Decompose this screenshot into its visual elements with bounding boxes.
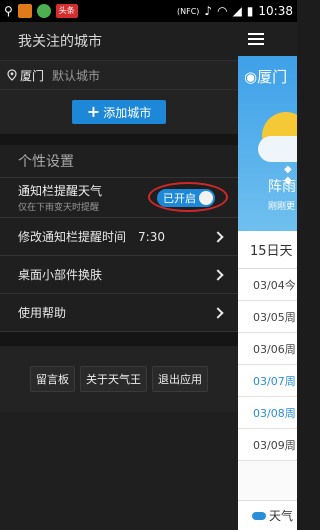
app-icon-2 bbox=[36, 4, 51, 18]
forecast-row[interactable]: 03/04今 bbox=[238, 269, 297, 301]
notify-time-value: 7:30 bbox=[138, 229, 165, 244]
updated-text: 刚刚更 bbox=[268, 202, 296, 212]
chevron-right-icon bbox=[212, 230, 224, 243]
forecast-row[interactable]: 03/05周 bbox=[238, 301, 297, 333]
forecast-row[interactable]: 03/09周 bbox=[238, 429, 297, 461]
forecast-row[interactable]: 03/08周 bbox=[238, 397, 297, 429]
chevron-right-icon bbox=[212, 306, 224, 319]
main-content: ◉厦门 ◆ ◆ 阵雨 刚刚更 15日天 03/04今 03/05周 03/06周… bbox=[238, 22, 297, 530]
add-city-label: 添加城市 bbox=[103, 105, 152, 120]
bottom-tab[interactable]: 天气 bbox=[238, 500, 297, 530]
city-name: 厦门 bbox=[20, 68, 45, 83]
menu-icon[interactable] bbox=[248, 30, 264, 48]
nfc-icon: (NFC) bbox=[176, 6, 200, 16]
location-pin-icon: ◉ bbox=[244, 68, 258, 86]
notify-time-label: 修改通知栏提醒时间 bbox=[18, 230, 127, 244]
notify-time-row[interactable]: 修改通知栏提醒时间 7:30 bbox=[0, 218, 238, 256]
settings-section-title: 个性设置 bbox=[0, 145, 238, 178]
app-icon bbox=[17, 4, 32, 18]
cloud-icon bbox=[258, 136, 297, 162]
news-app-icon: 头条 bbox=[55, 4, 78, 18]
side-drawer: 我关注的城市 厦门 默认城市 + 添加城市 个性设置 通知栏提醒天气 仅在下雨变… bbox=[0, 22, 238, 530]
highlight-ellipse bbox=[148, 181, 228, 212]
cloud-icon bbox=[252, 511, 266, 520]
add-city-button[interactable]: + 添加城市 bbox=[72, 100, 166, 124]
mute-icon: ♪ bbox=[204, 4, 213, 18]
location-pin-icon bbox=[7, 69, 17, 81]
wifi-icon: ◠ bbox=[217, 4, 228, 18]
notify-subtitle: 仅在下雨变天时提醒 bbox=[18, 203, 100, 213]
help-label: 使用帮助 bbox=[18, 306, 67, 320]
weather-condition: 阵雨 bbox=[268, 179, 296, 195]
city-item[interactable]: 厦门 默认城市 bbox=[0, 60, 238, 90]
message-board-button[interactable]: 留言板 bbox=[30, 366, 75, 392]
default-city-label: 默认城市 bbox=[52, 68, 101, 83]
widget-skin-row[interactable]: 桌面小部件换肤 bbox=[0, 256, 238, 294]
weather-hero: ◉厦门 ◆ ◆ 阵雨 刚刚更 bbox=[238, 56, 297, 231]
notify-setting-row: 通知栏提醒天气 仅在下雨变天时提醒 已开启 bbox=[0, 178, 238, 218]
widget-skin-label: 桌面小部件换肤 bbox=[18, 268, 103, 282]
drawer-title: 我关注的城市 bbox=[18, 34, 102, 50]
current-city: 厦门 bbox=[257, 68, 288, 86]
chevron-right-icon bbox=[212, 268, 224, 281]
help-row[interactable]: 使用帮助 bbox=[0, 294, 238, 332]
signal-icon: ◢ bbox=[232, 4, 242, 18]
drawer-footer: 留言板 关于天气王 退出应用 bbox=[0, 346, 238, 412]
about-button[interactable]: 关于天气王 bbox=[80, 366, 147, 392]
forecast-header: 15日天 bbox=[238, 231, 297, 269]
battery-icon: ▮ bbox=[246, 4, 254, 18]
forecast-row[interactable]: 03/07周 bbox=[238, 365, 297, 397]
clock: 10:38 bbox=[258, 4, 293, 18]
status-bar: ⚲ 头条 (NFC) ♪ ◠ ◢ ▮ 10:38 bbox=[0, 0, 297, 22]
exit-app-button[interactable]: 退出应用 bbox=[152, 366, 208, 392]
plus-icon: + bbox=[86, 102, 101, 121]
forecast-row[interactable]: 03/06周 bbox=[238, 333, 297, 365]
bottom-tab-label: 天气 bbox=[269, 509, 294, 523]
notify-title: 通知栏提醒天气 bbox=[18, 184, 103, 198]
usb-icon: ⚲ bbox=[4, 4, 13, 18]
